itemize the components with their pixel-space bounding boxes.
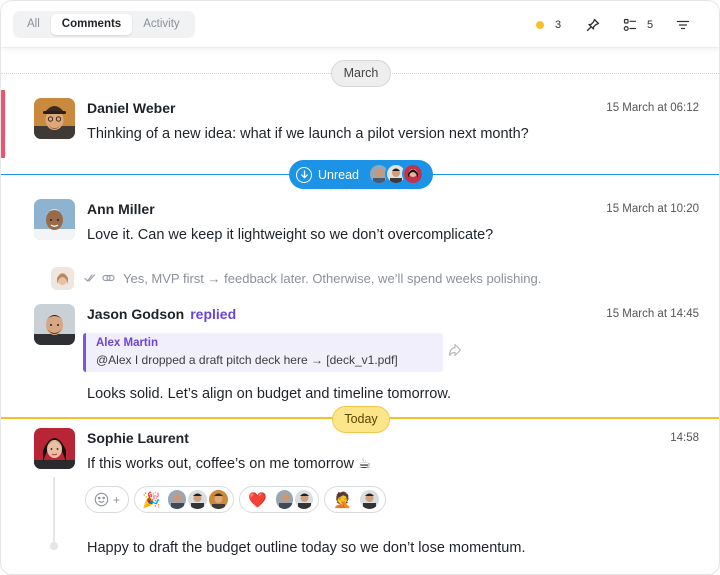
double-check-icon xyxy=(84,274,96,282)
tasks-count: 5 xyxy=(647,19,654,31)
quote-text: @Alex I dropped a draft pitch deck here … xyxy=(96,353,398,367)
unread-label: Unread xyxy=(318,167,359,182)
thread-connector-dot xyxy=(50,542,58,550)
status-count: 3 xyxy=(555,19,562,31)
heart-icon: ❤️ xyxy=(248,491,267,509)
reaction-bar: + 🎉 ❤️ 🤦 xyxy=(85,486,391,513)
status-dot-icon xyxy=(536,21,544,29)
avatar xyxy=(295,490,313,509)
tab-bar: All Comments Activity xyxy=(13,11,195,38)
arrow-down-circle-icon xyxy=(296,166,312,183)
avatar[interactable] xyxy=(34,98,75,139)
pin-button[interactable] xyxy=(586,17,600,33)
status-filter-button[interactable]: 3 xyxy=(536,17,561,33)
message-text: Looks solid. Let’s align on budget and t… xyxy=(87,386,452,402)
date-chip-march: March xyxy=(331,60,391,87)
avatar[interactable] xyxy=(34,428,75,469)
author-name[interactable]: Ann Miller xyxy=(87,201,155,217)
thread-reply-preview[interactable]: Yes, MVP first → feedback later. Otherwi… xyxy=(51,265,541,291)
comments-panel: All Comments Activity 3 5 March Daniel W… xyxy=(0,0,720,575)
message-text: Love it. Can we keep it lightweight so w… xyxy=(87,227,494,243)
author-name[interactable]: Sophie Laurent xyxy=(87,430,189,446)
add-reaction-button[interactable]: + xyxy=(85,486,129,513)
add-reaction-plus: + xyxy=(112,492,120,507)
pin-icon xyxy=(586,18,600,32)
forward-icon[interactable] xyxy=(448,343,462,357)
author-name-row: Jason Godson replied xyxy=(87,306,236,322)
message-text: If this works out, coffee’s on me tomorr… xyxy=(87,456,372,472)
message-time: 15 March at 06:12 xyxy=(606,102,699,114)
replied-label: replied xyxy=(190,306,237,322)
unread-jump-button[interactable]: Unread xyxy=(289,160,433,189)
message-text: Thinking of a new idea: what if we launc… xyxy=(87,126,529,142)
author-name[interactable]: Jason Godson xyxy=(87,306,184,322)
author-name[interactable]: Daniel Weber xyxy=(87,100,175,116)
checklist-icon xyxy=(623,18,637,32)
message-time: 14:58 xyxy=(670,432,699,444)
reaction-facepalm[interactable]: 🤦 xyxy=(324,486,386,513)
tasks-button[interactable]: 5 xyxy=(623,17,653,33)
date-chip-today: Today xyxy=(332,406,390,433)
unread-accent-bar xyxy=(1,90,5,158)
avatar[interactable] xyxy=(34,304,75,345)
header-bar: All Comments Activity 3 5 xyxy=(1,1,719,48)
avatar xyxy=(167,490,187,509)
party-popper-icon: 🎉 xyxy=(142,491,161,509)
filter-icon xyxy=(676,20,690,30)
tab-all[interactable]: All xyxy=(16,14,51,35)
facepalm-icon: 🤦 xyxy=(333,491,352,509)
reaction-party[interactable]: 🎉 xyxy=(134,486,234,513)
filter-button[interactable] xyxy=(676,17,690,33)
unread-avatars xyxy=(368,163,424,185)
avatar xyxy=(402,163,424,185)
reaction-heart[interactable]: ❤️ xyxy=(239,486,319,513)
message-text: Happy to draft the budget outline today … xyxy=(87,540,526,556)
tab-activity[interactable]: Activity xyxy=(132,14,190,35)
thread-reply-text: Yes, MVP first → feedback later. Otherwi… xyxy=(123,270,542,286)
avatar[interactable] xyxy=(34,199,75,240)
avatar xyxy=(51,266,74,290)
tab-comments[interactable]: Comments xyxy=(50,14,133,35)
link-icon xyxy=(102,274,115,282)
avatar xyxy=(209,490,228,509)
avatar xyxy=(275,490,294,509)
thread-connector xyxy=(53,477,55,545)
message-time: 15 March at 10:20 xyxy=(606,203,699,215)
avatar xyxy=(359,490,379,509)
smiley-icon xyxy=(94,492,109,507)
message-time: 15 March at 14:45 xyxy=(606,308,699,320)
quote-author: Alex Martin xyxy=(96,337,158,349)
quoted-message[interactable]: Alex Martin @Alex I dropped a draft pitc… xyxy=(83,333,443,372)
avatar xyxy=(188,490,208,509)
